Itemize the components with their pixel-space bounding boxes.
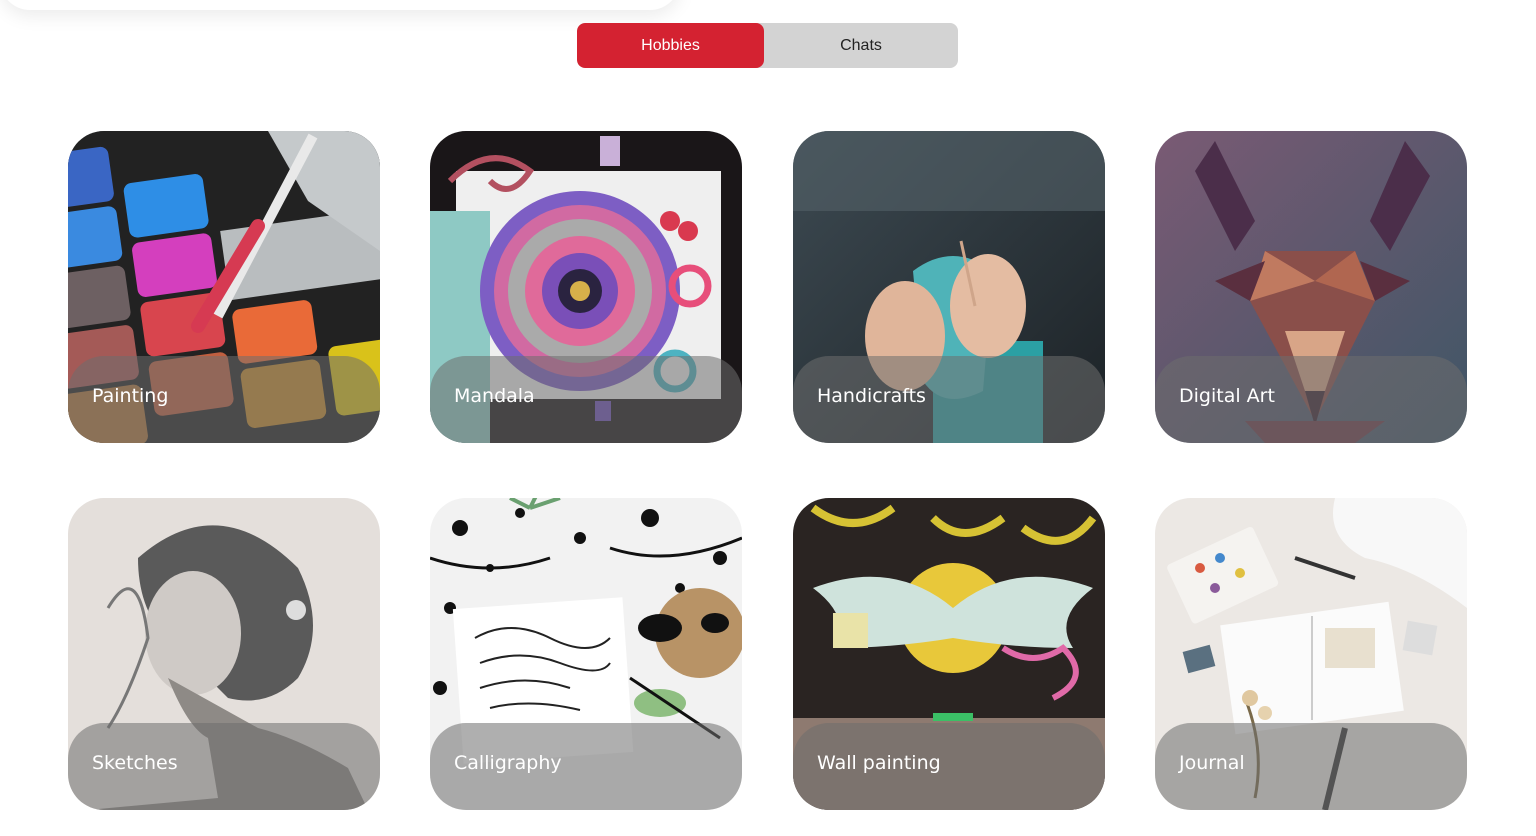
tab-hobbies[interactable]: Hobbies [577, 23, 764, 68]
hobby-label: Calligraphy [454, 752, 562, 774]
hobbies-chats-toggle: Hobbies Chats [577, 23, 958, 68]
hobby-label: Journal [1179, 752, 1245, 774]
hobby-card-wall-painting[interactable]: Wall painting [793, 498, 1105, 810]
hobby-card-sketches[interactable]: Sketches [68, 498, 380, 810]
hobby-label: Wall painting [817, 752, 941, 774]
hobby-card-journal[interactable]: Journal [1155, 498, 1467, 810]
header-shadow [0, 0, 680, 10]
hobby-label: Painting [92, 385, 169, 407]
hobby-card-handicrafts[interactable]: Handicrafts [793, 131, 1105, 443]
hobby-card-digital-art[interactable]: Digital Art [1155, 131, 1467, 443]
hobby-label: Sketches [92, 752, 178, 774]
hobby-label: Digital Art [1179, 385, 1275, 407]
hobby-card-painting[interactable]: Painting [68, 131, 380, 443]
tab-chats[interactable]: Chats [764, 23, 958, 68]
hobby-label: Handicrafts [817, 385, 926, 407]
hobby-card-calligraphy[interactable]: Calligraphy [430, 498, 742, 810]
hobby-card-mandala[interactable]: Mandala [430, 131, 742, 443]
hobby-label: Mandala [454, 385, 535, 407]
